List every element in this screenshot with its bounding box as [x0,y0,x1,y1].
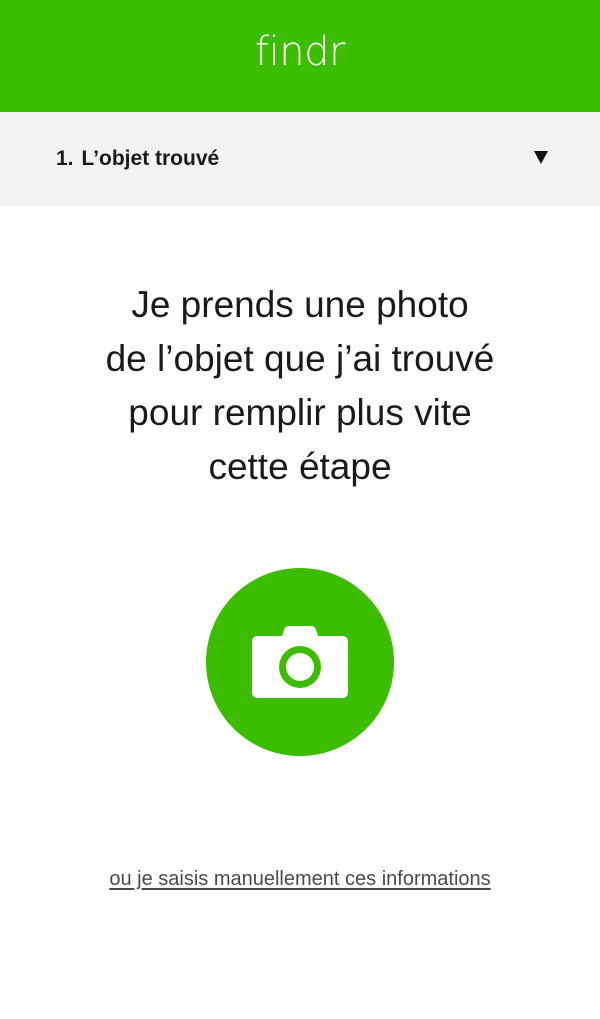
instruction-line: de l’objet que j’ai trouvé [105,338,495,379]
manual-entry-link[interactable]: ou je saisis manuellement ces informatio… [109,868,490,891]
camera-button-wrapper [0,568,600,756]
instruction-line: cette étape [208,446,392,487]
photo-step-content: Je prends une photo de l’objet que j’ai … [0,206,600,891]
instruction-line: Je prends une photo [131,284,469,325]
camera-icon [252,626,348,698]
findr-logo[interactable]: findr [255,29,345,75]
take-photo-button[interactable] [206,568,394,756]
step-title-label: L’objet trouvé [81,147,220,170]
app-header: findr [0,0,600,112]
instruction-line: pour remplir plus vite [128,392,472,433]
instruction-text: Je prends une photo de l’objet que j’ai … [0,278,600,494]
step-number: 1. [56,147,74,170]
step-title: 1. L’objet trouvé [56,147,219,171]
step-accordion-header[interactable]: 1. L’objet trouvé [0,112,600,206]
triangle-down-icon[interactable] [534,150,548,164]
